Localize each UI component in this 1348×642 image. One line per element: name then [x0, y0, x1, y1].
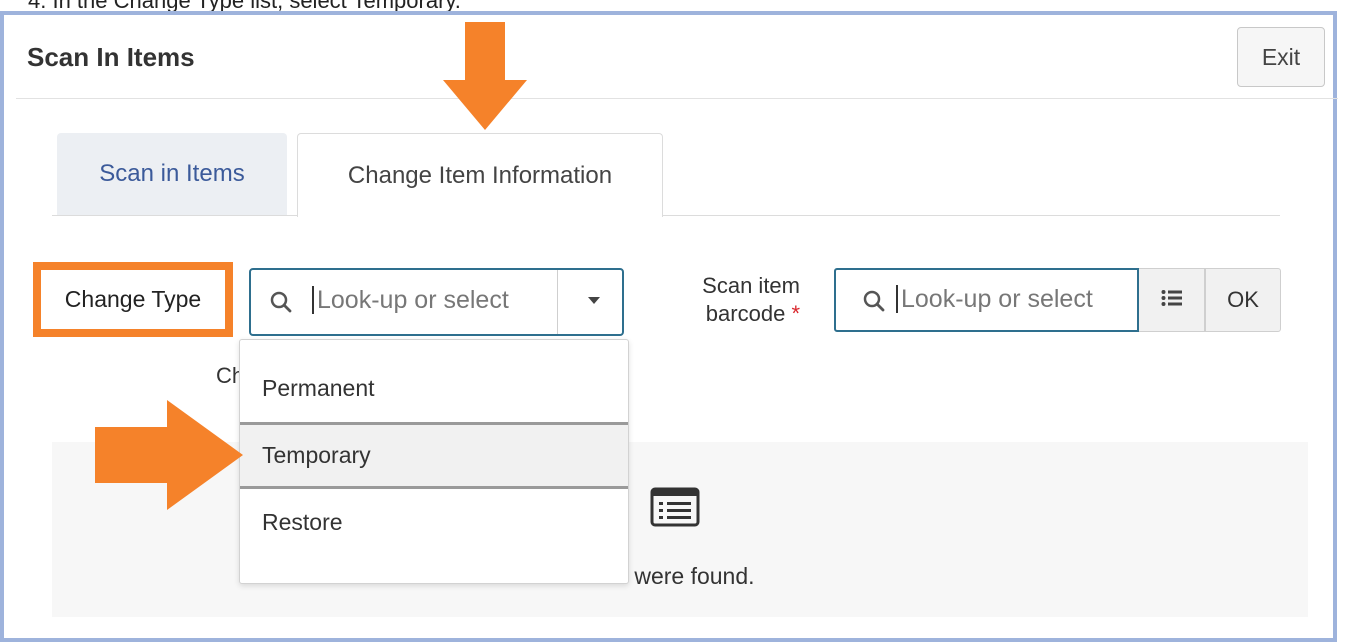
option-temporary[interactable]: Temporary [240, 422, 628, 489]
tab-scan-in-items[interactable]: Scan in Items [57, 133, 287, 215]
option-restore[interactable]: Restore [240, 490, 628, 554]
barcode-input[interactable]: Look-up or select [834, 268, 1139, 332]
ok-button[interactable]: OK [1205, 268, 1281, 332]
arrow-down-icon [443, 22, 527, 130]
empty-list-icon [650, 487, 700, 532]
required-mark: * [791, 301, 800, 326]
change-type-label-highlight: Change Type [33, 262, 233, 337]
change-type-label: Change Type [64, 286, 202, 312]
caret-down-icon[interactable] [588, 297, 600, 304]
tab-bar-line [52, 215, 297, 216]
arrow-right-icon [95, 400, 243, 510]
header-divider [16, 98, 1338, 99]
scan-label-line2: barcode [705, 301, 786, 326]
search-icon [862, 289, 886, 318]
barcode-placeholder: Look-up or select [896, 285, 1093, 313]
tab-bar-line [663, 215, 1280, 216]
scan-label-line1: Scan item [702, 273, 800, 298]
list-icon [1161, 289, 1183, 312]
exit-button[interactable]: Exit [1237, 27, 1325, 87]
change-type-dropdown: Permanent Temporary Restore [239, 339, 629, 584]
option-permanent[interactable]: Permanent [240, 356, 628, 420]
change-type-select[interactable]: Look-up or select [249, 268, 624, 336]
tab-change-item-information[interactable]: Change Item Information [297, 133, 663, 217]
page-title: Scan In Items [27, 42, 195, 72]
change-type-placeholder: Look-up or select [312, 286, 509, 314]
select-divider [557, 270, 558, 334]
list-button[interactable] [1139, 268, 1205, 332]
scan-item-barcode-label: Scan item barcode * [640, 272, 800, 328]
search-icon [269, 290, 293, 319]
